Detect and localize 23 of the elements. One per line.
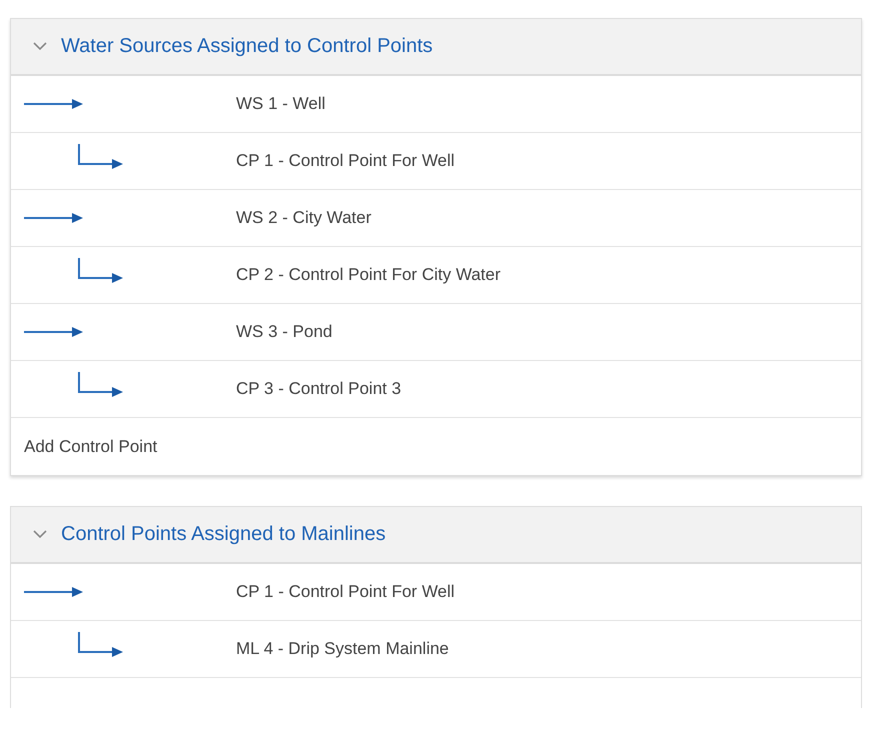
arrow-icon — [24, 326, 84, 338]
row-label: WS 2 - City Water — [236, 208, 372, 228]
arrow-icon — [24, 98, 84, 110]
section-header[interactable]: Water Sources Assigned to Control Points — [11, 19, 861, 76]
row-label: CP 1 - Control Point For Well — [236, 582, 455, 602]
section-title: Control Points Assigned to Mainlines — [61, 523, 386, 546]
row-label: WS 1 - Well — [236, 94, 326, 114]
elbow-arrow-icon — [78, 144, 124, 170]
row-label: CP 2 - Control Point For City Water — [236, 265, 501, 285]
add-control-point-link[interactable]: Add Control Point — [24, 436, 158, 456]
chevron-down-icon[interactable] — [33, 530, 47, 539]
elbow-arrow-icon — [78, 632, 124, 658]
section-title: Water Sources Assigned to Control Points — [61, 35, 433, 58]
section-header[interactable]: Control Points Assigned to Mainlines — [11, 507, 861, 564]
row-label: ML 4 - Drip System Mainline — [236, 639, 449, 659]
arrow-icon — [24, 212, 84, 224]
chevron-down-icon[interactable] — [33, 42, 47, 51]
elbow-arrow-icon — [78, 258, 124, 284]
arrow-icon — [24, 586, 84, 598]
row-label: CP 3 - Control Point 3 — [236, 379, 402, 399]
row-label: CP 1 - Control Point For Well — [236, 151, 455, 171]
row-label: WS 3 - Pond — [236, 322, 332, 342]
elbow-arrow-icon — [78, 372, 124, 398]
